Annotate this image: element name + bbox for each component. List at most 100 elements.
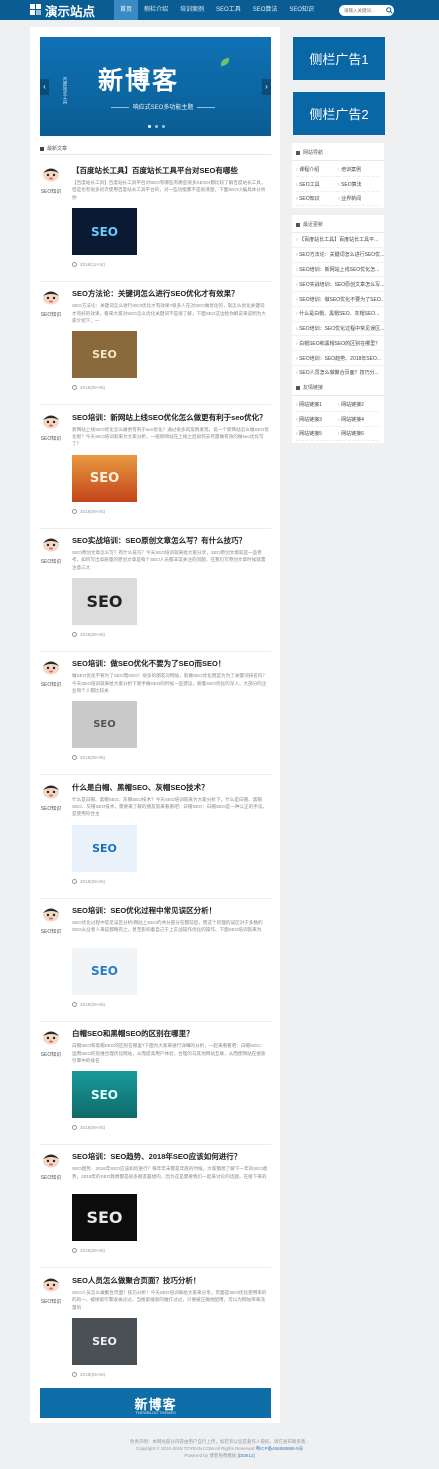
post-title-link[interactable]: SEO培训：做SEO优化不要为了SEO而SEO！ [72, 658, 271, 669]
site-logo[interactable]: 演示站点 [30, 1, 110, 20]
friends-widget-head: 友情链接 [292, 378, 384, 396]
post-title-link[interactable]: SEO培训：新网站上线SEO优化怎么做更有利于seo优化？ [72, 412, 271, 423]
post-author[interactable]: SEO知识 [38, 681, 64, 688]
friend-link[interactable]: 网站链接2 [338, 398, 380, 413]
post-author[interactable]: SEO知识 [38, 805, 64, 812]
author-avatar-icon[interactable] [40, 906, 62, 922]
clock-icon [72, 385, 77, 391]
post-excerpt: SEO人员怎么做聚合页面？技巧分析！今天SEO培训来给大家来分享，页面是SEO优… [72, 1289, 267, 1310]
post-title-link[interactable]: SEO人员怎么做聚合页面？技巧分析！ [72, 1275, 271, 1286]
banner-title: 新博客 [98, 67, 180, 95]
post-title-link[interactable]: SEO培训：SEO优化过程中常见误区分析！ [72, 905, 271, 916]
author-avatar-icon[interactable] [40, 1276, 62, 1292]
recent-post-link[interactable]: 白帽SEO和黑帽SEO的区别在哪里？ [292, 336, 384, 352]
post-title-link[interactable]: SEO实战培训：SEO原创文章怎么写？有什么技巧？ [72, 535, 271, 546]
post-title-link[interactable]: 白帽SEO和黑帽SEO的区别在哪里？ [72, 1028, 271, 1039]
post-title-link[interactable]: SEO方法论：关键词怎么进行SEO优化才有效果？ [72, 288, 271, 299]
post-thumbnail[interactable]: SEO [72, 1194, 137, 1242]
post-author[interactable]: SEO知识 [38, 1051, 64, 1058]
author-avatar-icon[interactable] [40, 1152, 62, 1168]
site-nav-title: 网站导航 [303, 150, 324, 156]
recent-post-link[interactable]: SEO实战培训：SEO原创文章怎么写... [292, 277, 384, 293]
author-avatar-icon[interactable] [40, 1029, 62, 1045]
banner-dot[interactable] [162, 125, 165, 128]
post-item: SEO知识 SEO培训：做SEO优化不要为了SEO而SEO！ 做SEO优化不要为… [38, 655, 271, 776]
friend-link[interactable]: 网站链接5 [296, 427, 338, 442]
banner-tagline: 响应式SEO多功能主题 [98, 102, 228, 111]
author-avatar-icon[interactable] [40, 659, 62, 675]
recent-post-link[interactable]: SEO培训：SEO趋势、2018年SEO... [292, 351, 384, 367]
post-date-text: 2018(09-06) [80, 1001, 106, 1007]
recent-post-link[interactable]: SEO方法论：关键词怎么进行SEO优... [292, 248, 384, 263]
site-nav-widget: 网站导航 课程介绍 培训案例 SEO工具 SEO算法 SEO知识 业界新闻 [292, 143, 384, 209]
friend-link[interactable]: 网站链接4 [338, 412, 380, 427]
recent-post-link[interactable]: 【百度站长工具】百度站长工具平... [292, 233, 384, 248]
post-author[interactable]: SEO知识 [38, 1298, 64, 1305]
post-thumbnail[interactable]: SEO [72, 947, 137, 995]
author-avatar-icon[interactable] [40, 413, 62, 429]
site-nav-link[interactable]: SEO知识 [296, 192, 338, 207]
bottom-banner[interactable]: 新博客 THEWBLOG THEMES [40, 1388, 271, 1418]
post-thumbnail[interactable]: SEO [72, 1317, 137, 1365]
nav-home[interactable]: 首页 [114, 0, 139, 20]
post-thumbnail[interactable]: SEO [72, 208, 137, 255]
post-author[interactable]: SEO知识 [38, 928, 64, 935]
nav-seo-algorithm[interactable]: SEO算法 [247, 0, 284, 20]
post-thumbnail[interactable]: SEO [72, 454, 137, 502]
recent-post-link[interactable]: SEO培训：新网站上线SEO优化怎... [292, 263, 384, 278]
post-author[interactable]: SEO知识 [38, 435, 64, 442]
post-date-text: 2018(09-06) [80, 1248, 106, 1254]
footer-version-link[interactable]: [DDB12] [238, 1453, 255, 1458]
hero-banner[interactable]: 百度站长工具 新博客 响应式SEO多功能主题 ‹ › [40, 37, 271, 136]
site-nav-link[interactable]: 培训案例 [338, 163, 380, 178]
site-nav-link[interactable]: SEO工具 [296, 177, 338, 192]
post-date-text: 2018(09-06) [80, 878, 106, 884]
nav-seo-knowledge[interactable]: SEO知识 [283, 0, 320, 20]
post-thumbnail[interactable]: SEO [72, 701, 137, 749]
site-nav-link[interactable]: SEO算法 [338, 177, 380, 192]
nav-training-cases[interactable]: 培训案例 [174, 0, 210, 20]
section-square-icon [40, 146, 44, 151]
site-nav-link[interactable]: 业界新闻 [338, 192, 380, 207]
friend-link[interactable]: 网站链接3 [296, 412, 338, 427]
post-thumbnail-text: SEO [90, 224, 119, 239]
friend-link[interactable]: 网站链接1 [296, 398, 338, 413]
post-thumbnail-text: SEO [92, 841, 117, 855]
post-author[interactable]: SEO知识 [38, 188, 64, 195]
post-excerpt: SEO原创文章怎么写？有什么技巧？今天SEO培训就来给大家分享，SEO原创文章就… [72, 549, 266, 570]
post-title-link[interactable]: 【百度站长工具】百度站长工具平台对SEO有哪些 [72, 165, 271, 176]
author-avatar-icon[interactable] [40, 289, 62, 305]
post-title-link[interactable]: SEO培训：SEO趋势、2018年SEO应该如何进行？ [72, 1151, 271, 1162]
author-avatar-icon[interactable] [40, 783, 62, 799]
recent-post-link[interactable]: 什么是白帽、黑帽SEO、灰帽SEO... [292, 307, 384, 322]
post-thumbnail[interactable]: SEO [72, 1071, 137, 1119]
banner-dot[interactable] [155, 125, 158, 128]
search-icon[interactable] [386, 7, 393, 14]
site-nav-link[interactable]: 课程介绍 [296, 163, 338, 178]
author-avatar-icon[interactable] [40, 536, 62, 552]
author-avatar-icon[interactable] [40, 166, 62, 182]
banner-next-arrow-icon[interactable]: › [262, 79, 271, 95]
banner-dot[interactable] [148, 125, 151, 128]
post-author[interactable]: SEO知识 [38, 311, 64, 318]
post-author[interactable]: SEO知识 [38, 1174, 64, 1181]
post-date: 2018(09-06) [72, 1001, 106, 1007]
recent-post-link[interactable]: SEO培训：SEO优化过程中常见误区... [292, 322, 384, 337]
banner-prev-arrow-icon[interactable]: ‹ [40, 79, 49, 95]
post-date-text: 2018(09-06) [80, 755, 106, 761]
friend-link[interactable]: 网站链接6 [338, 427, 380, 442]
recent-post-link[interactable]: SEO培训：做SEO优化不要为了SEO... [292, 292, 384, 307]
nav-sidebar-intro[interactable]: 侧栏介绍 [138, 0, 174, 20]
logo-icon [30, 4, 42, 16]
footer-icp-link[interactable]: 粤ICP备456888888-5号 [256, 1446, 304, 1451]
post-author[interactable]: SEO知识 [38, 558, 64, 565]
post-thumbnail[interactable]: SEO [72, 577, 137, 625]
sidebar-ad-1[interactable]: 侧栏广告1 [293, 37, 385, 80]
search-input[interactable] [344, 8, 386, 13]
nav-seo-tools[interactable]: SEO工具 [210, 0, 247, 20]
post-title-link[interactable]: 什么是白帽、黑帽SEO、灰帽SEO技术？ [72, 782, 271, 793]
sidebar-ad-2[interactable]: 侧栏广告2 [293, 92, 385, 135]
post-thumbnail[interactable]: SEO [72, 331, 137, 379]
post-thumbnail-text: SEO [89, 470, 120, 486]
post-thumbnail[interactable]: SEO [72, 824, 137, 872]
